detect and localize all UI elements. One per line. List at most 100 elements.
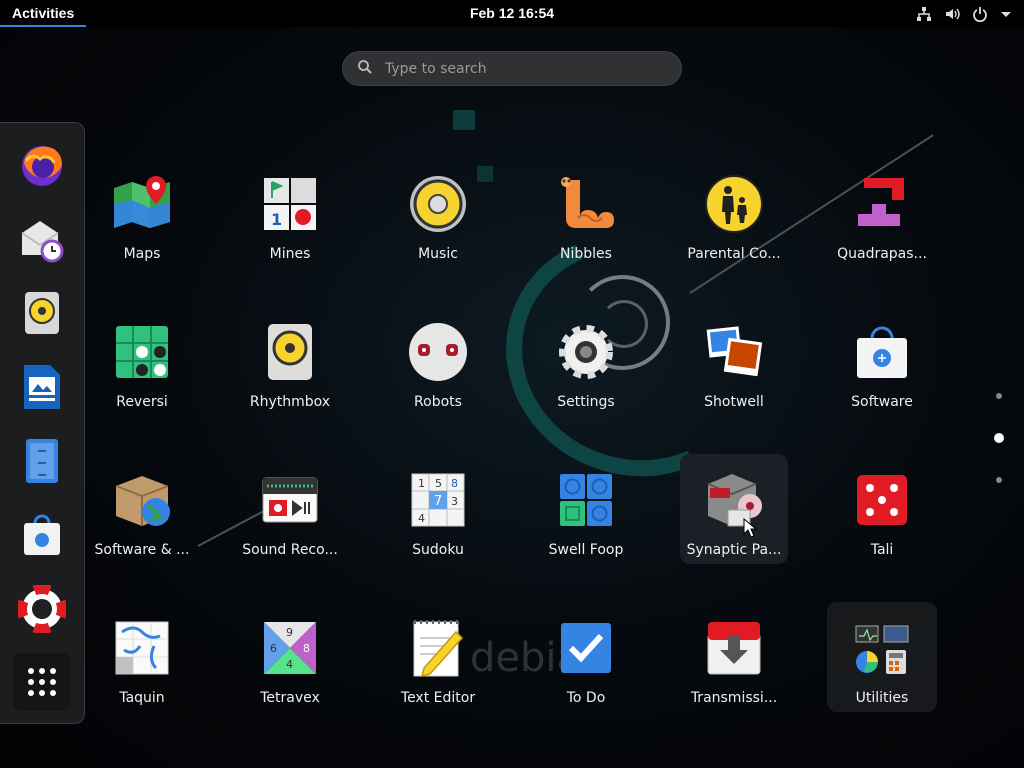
- search-input[interactable]: [385, 60, 665, 77]
- app-label: Settings: [557, 394, 615, 410]
- svg-text:1: 1: [418, 477, 425, 490]
- app-music[interactable]: Music: [376, 158, 500, 268]
- app-label: Text Editor: [400, 690, 476, 706]
- clock[interactable]: Feb 12 16:54: [422, 0, 602, 27]
- page-dot-3[interactable]: [996, 477, 1002, 483]
- mouse-cursor-icon: [743, 518, 757, 538]
- app-transmission[interactable]: Transmissi...: [672, 602, 796, 712]
- app-settings[interactable]: Settings: [524, 306, 648, 416]
- app-label: Reversi: [116, 394, 168, 410]
- taquin-icon: [110, 616, 174, 680]
- app-label: Software & ...: [94, 542, 190, 558]
- mail-clock-icon: [21, 221, 64, 263]
- robots-icon: [406, 320, 470, 384]
- app-nibbles[interactable]: Nibbles: [524, 158, 648, 268]
- activities-button[interactable]: Activities: [0, 0, 87, 27]
- app-synaptic[interactable]: Synaptic Pa...: [680, 454, 788, 564]
- shopping-bag-icon: [24, 514, 60, 555]
- svg-text:6: 6: [270, 642, 277, 655]
- app-label: Transmissi...: [690, 690, 778, 706]
- dash-item-rhythmbox[interactable]: [13, 284, 71, 342]
- sound-recorder-icon: [258, 468, 322, 532]
- quadrapassel-icon: [850, 172, 914, 236]
- app-parental-controls[interactable]: Parental Co...: [672, 158, 796, 268]
- app-shotwell[interactable]: Shotwell: [672, 306, 796, 416]
- settings-icon: [554, 320, 618, 384]
- app-software-updates[interactable]: Software & ...: [80, 454, 204, 564]
- app-label: Rhythmbox: [249, 394, 331, 410]
- svg-text:5: 5: [435, 477, 442, 490]
- app-text-editor[interactable]: Text Editor: [376, 602, 500, 712]
- app-label: Sudoku: [412, 542, 464, 558]
- app-rhythmbox[interactable]: Rhythmbox: [228, 306, 352, 416]
- search-bar[interactable]: [342, 51, 682, 86]
- svg-text:9: 9: [286, 626, 293, 639]
- app-label: To Do: [566, 690, 606, 706]
- app-label: Swell Foop: [548, 542, 624, 558]
- dash-item-firefox[interactable]: [13, 136, 71, 194]
- package-globe-icon: [110, 468, 174, 532]
- svg-text:4: 4: [418, 512, 425, 525]
- app-software[interactable]: Software: [820, 306, 944, 416]
- app-label: Taquin: [119, 690, 165, 706]
- utilities-folder-icon: [850, 618, 914, 682]
- reversi-icon: [110, 320, 174, 384]
- app-mines[interactable]: 1 Mines: [228, 158, 352, 268]
- svg-text:1: 1: [271, 210, 282, 229]
- dash-item-help[interactable]: [13, 580, 71, 638]
- dash: [0, 122, 85, 724]
- folder-utilities[interactable]: Utilities: [827, 602, 937, 712]
- speaker-icon: [25, 292, 59, 334]
- app-maps[interactable]: Maps: [80, 158, 204, 268]
- network-icon: [916, 6, 932, 22]
- power-icon: [972, 6, 988, 22]
- firefox-icon: [22, 146, 62, 186]
- app-tali[interactable]: Tali: [820, 454, 944, 564]
- tetravex-icon: 9 6 8 4: [258, 616, 322, 680]
- dash-item-evolution[interactable]: [13, 210, 71, 268]
- app-to-do[interactable]: To Do: [524, 602, 648, 712]
- dash-item-impress[interactable]: [13, 358, 71, 416]
- tali-icon: [850, 468, 914, 532]
- app-label: Utilities: [855, 690, 909, 706]
- swell-foop-icon: [554, 468, 618, 532]
- app-robots[interactable]: Robots: [376, 306, 500, 416]
- search-icon: [357, 59, 373, 79]
- app-label: Tetravex: [260, 690, 320, 706]
- app-sound-recorder[interactable]: Sound Reco...: [228, 454, 352, 564]
- dash-item-files[interactable]: [13, 432, 71, 490]
- app-taquin[interactable]: Taquin: [80, 602, 204, 712]
- app-label: Parental Co...: [687, 246, 781, 262]
- app-label: Quadrapas...: [837, 246, 927, 262]
- text-editor-icon: [406, 616, 470, 680]
- app-label: Sound Reco...: [242, 542, 338, 558]
- system-menu[interactable]: [916, 0, 1012, 27]
- svg-text:8: 8: [303, 642, 310, 655]
- dash-item-software[interactable]: [13, 506, 71, 564]
- app-label: Software: [851, 394, 913, 410]
- app-tetravex[interactable]: 9 6 8 4 Tetravex: [228, 602, 352, 712]
- app-quadrapassel[interactable]: Quadrapas...: [820, 158, 944, 268]
- app-swell-foop[interactable]: Swell Foop: [524, 454, 648, 564]
- svg-text:4: 4: [286, 658, 293, 671]
- todo-icon: [554, 616, 618, 680]
- app-label: Mines: [269, 246, 311, 262]
- app-label: Shotwell: [704, 394, 764, 410]
- volume-icon: [944, 6, 960, 22]
- svg-text:8: 8: [451, 477, 458, 490]
- lifebuoy-icon: [18, 585, 66, 633]
- svg-text:3: 3: [451, 495, 458, 508]
- page-dot-2-current[interactable]: [994, 433, 1004, 443]
- shotwell-icon: [702, 320, 766, 384]
- music-icon: [406, 172, 470, 236]
- app-sudoku[interactable]: 1 5 8 7 4 3 Sudoku: [376, 454, 500, 564]
- app-reversi[interactable]: Reversi: [80, 306, 204, 416]
- app-label: Music: [418, 246, 458, 262]
- dash-item-show-applications[interactable]: [13, 653, 71, 711]
- transmission-icon: [702, 616, 766, 680]
- maps-icon: [110, 172, 174, 236]
- software-icon: [850, 320, 914, 384]
- app-label: Maps: [123, 246, 161, 262]
- app-label: Tali: [870, 542, 894, 558]
- page-dot-1[interactable]: [996, 393, 1002, 399]
